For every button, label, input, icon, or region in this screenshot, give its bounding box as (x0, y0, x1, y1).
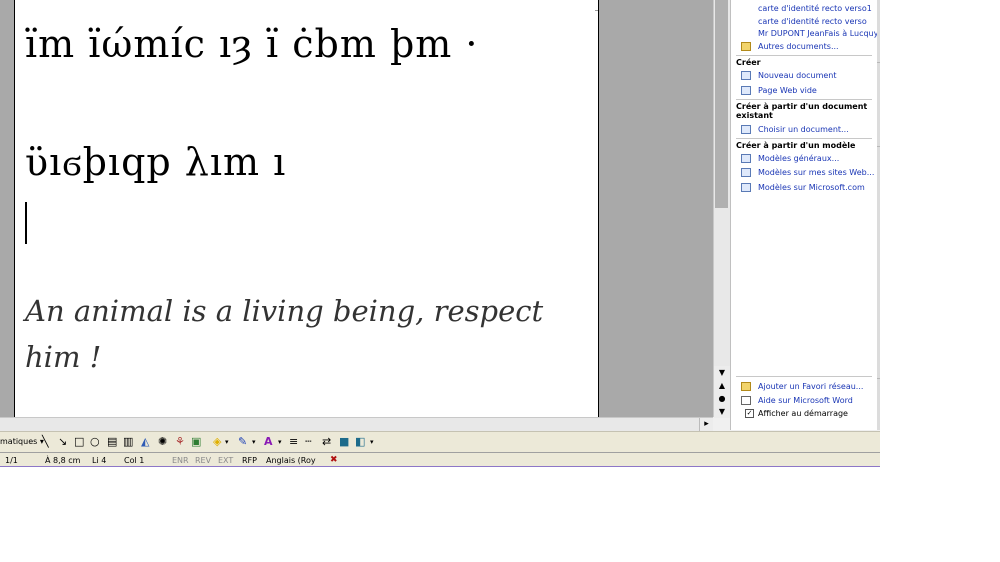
pane-edge-mark (877, 62, 880, 63)
drawing-toolbar: matiques ▾ ╲ ↘ □ ○ ▤ ▥ ◭ ✺ ⚘ ▣ ◈ ▾ ✎ ▾ A… (0, 431, 880, 453)
right-gutter (599, 0, 713, 417)
line-tool-icon[interactable]: ╲ (42, 436, 49, 448)
web-page-icon (741, 86, 751, 95)
vertical-scroll-thumb[interactable] (715, 0, 728, 208)
english-text-paragraph[interactable]: An animal is a living being, respect him… (25, 288, 585, 380)
browse-object-icon[interactable]: ● (714, 392, 730, 405)
insert-picture-icon[interactable]: ▣ (191, 436, 201, 448)
3d-style-icon[interactable]: ◧ (355, 436, 365, 448)
web-templates-icon (741, 168, 751, 177)
elvish-text-line-2[interactable]: ϋıϭþıqp λım ı (25, 140, 286, 185)
fill-color-dropdown-icon[interactable]: ▾ (225, 436, 229, 448)
section-divider (736, 376, 872, 377)
toolbar-options-icon[interactable]: ▾ (370, 436, 374, 448)
scroll-down-arrow-icon[interactable]: ▼ (714, 366, 730, 379)
status-bar: 1/1 À 8,8 cm Li 4 Col 1 ENR REV EXT RFP … (0, 452, 880, 467)
fill-color-icon[interactable]: ◈ (213, 436, 221, 448)
task-pane: carte d'identité recto verso1 carte d'id… (730, 0, 879, 430)
status-column: Col 1 (124, 456, 145, 465)
diagram-icon[interactable]: ✺ (158, 436, 167, 448)
recent-document-2[interactable]: carte d'identité recto verso (758, 17, 867, 26)
word-window: ïm ïώmíc ıȝ ï ċbm þm · ϋıϭþıqp λım ı An … (0, 0, 880, 467)
web-templates-link[interactable]: Modèles sur mes sites Web... (758, 168, 874, 177)
status-ext[interactable]: EXT (218, 453, 233, 467)
choose-document-link[interactable]: Choisir un document... (758, 125, 849, 134)
font-color-dropdown-icon[interactable]: ▾ (278, 436, 282, 448)
from-template-heading: Créer à partir d'un modèle (736, 141, 856, 150)
status-rev[interactable]: REV (195, 453, 211, 467)
vertical-scrollbar[interactable]: ▼ ▲ ● ▼ (713, 0, 730, 418)
autoshapes-menu[interactable]: matiques ▾ (0, 436, 44, 448)
blank-web-page-link[interactable]: Page Web vide (758, 86, 817, 95)
general-templates-icon (741, 154, 751, 163)
create-heading: Créer (736, 58, 761, 67)
scroll-right-arrow-icon[interactable]: ▸ (699, 418, 713, 431)
wordart-icon[interactable]: ◭ (141, 436, 149, 448)
line-color-dropdown-icon[interactable]: ▾ (252, 436, 256, 448)
show-at-startup-checkbox[interactable]: ✓ (745, 409, 754, 418)
text-box-icon[interactable]: ▤ (107, 436, 117, 448)
window-bottom-edge (0, 466, 880, 467)
microsoft-templates-icon (741, 183, 751, 192)
general-templates-link[interactable]: Modèles généraux... (758, 154, 839, 163)
previous-page-icon[interactable]: ▲ (714, 379, 730, 392)
add-network-favorite-link[interactable]: Ajouter un Favori réseau... (758, 382, 863, 391)
from-existing-heading: Créer à partir d'un document existant (736, 102, 868, 120)
network-favorite-icon (741, 382, 751, 391)
dash-style-icon[interactable]: ┄ (305, 436, 312, 448)
folder-open-icon (741, 42, 751, 51)
status-enr[interactable]: ENR (172, 453, 189, 467)
section-divider (736, 99, 872, 100)
status-position: À 8,8 cm (45, 456, 81, 465)
line-style-icon[interactable]: ≡ (289, 436, 298, 448)
elvish-text-line-1[interactable]: ïm ïώmíc ıȝ ï ċbm þm · (25, 22, 478, 66)
pane-edge-mark (877, 146, 880, 147)
show-at-startup-label: Afficher au démarrage (758, 409, 848, 418)
recent-document-3[interactable]: Mr DUPONT JeanFais à Lucquy (758, 29, 878, 38)
rectangle-tool-icon[interactable]: □ (74, 436, 84, 448)
status-language[interactable]: Anglais (Roy (266, 453, 316, 467)
new-document-link[interactable]: Nouveau document (758, 71, 836, 80)
arrow-tool-icon[interactable]: ↘ (58, 436, 67, 448)
new-document-icon (741, 71, 751, 80)
arrow-style-icon[interactable]: ⇄ (322, 436, 331, 448)
pane-edge-mark (877, 378, 880, 379)
status-rfp[interactable]: RFP (242, 453, 257, 467)
clip-art-icon[interactable]: ⚘ (175, 436, 185, 448)
help-icon (741, 396, 751, 405)
line-color-icon[interactable]: ✎ (238, 436, 247, 448)
choose-document-icon (741, 125, 751, 134)
document-page[interactable]: ïm ïώmíc ıȝ ï ċbm þm · ϋıϭþıqp λım ı An … (14, 0, 600, 417)
spelling-status-icon[interactable]: ✖ (330, 453, 338, 467)
shadow-style-icon[interactable]: ■ (339, 436, 349, 448)
status-page: 1/1 (5, 456, 18, 465)
horizontal-scrollbar[interactable]: ▸ (0, 417, 713, 431)
status-line: Li 4 (92, 456, 107, 465)
left-gutter (0, 0, 14, 417)
recent-document-1[interactable]: carte d'identité recto verso1 (758, 4, 872, 13)
task-pane-scrollbar[interactable] (877, 0, 880, 430)
oval-tool-icon[interactable]: ○ (90, 436, 100, 448)
word-help-link[interactable]: Aide sur Microsoft Word (758, 396, 853, 405)
vertical-text-box-icon[interactable]: ▥ (123, 436, 133, 448)
text-cursor (25, 202, 27, 244)
section-divider (736, 55, 872, 56)
font-color-icon[interactable]: A (264, 436, 273, 448)
section-divider (736, 138, 872, 139)
next-page-icon[interactable]: ▼ (714, 405, 730, 418)
microsoft-templates-link[interactable]: Modèles sur Microsoft.com (758, 183, 865, 192)
other-documents-link[interactable]: Autres documents... (758, 42, 839, 51)
